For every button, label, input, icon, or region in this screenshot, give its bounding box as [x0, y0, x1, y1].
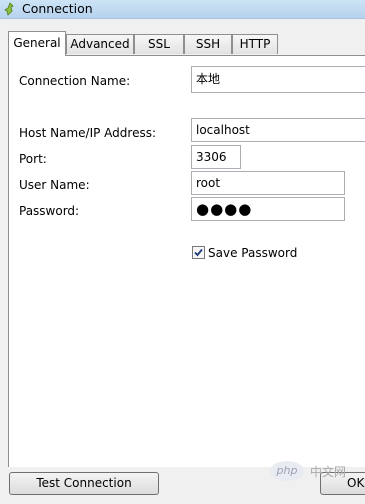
watermark-text: 中文网: [310, 465, 347, 479]
connection-icon: [3, 2, 17, 16]
save-password-checkbox[interactable]: [192, 246, 205, 259]
php-logo: php: [270, 461, 304, 481]
host-label: Host Name/IP Address:: [19, 126, 157, 140]
password-label: Password:: [19, 204, 80, 218]
window-title: Connection: [22, 1, 93, 16]
user-name-label: User Name:: [19, 178, 90, 192]
tab-advanced[interactable]: Advanced: [66, 34, 134, 54]
tab-general[interactable]: General: [8, 31, 66, 56]
user-name-field[interactable]: root: [191, 171, 345, 195]
port-field[interactable]: 3306: [191, 145, 241, 169]
password-field[interactable]: ●●●●: [191, 197, 345, 221]
test-connection-button[interactable]: Test Connection: [9, 472, 159, 495]
tab-http[interactable]: HTTP: [232, 34, 278, 54]
connection-name-label: Connection Name:: [19, 74, 131, 88]
host-field[interactable]: localhost: [191, 118, 365, 142]
tab-ssh[interactable]: SSH: [184, 34, 232, 54]
connection-dialog: General Advanced SSL SSH HTTP Connection…: [0, 19, 365, 504]
port-label: Port:: [19, 152, 47, 166]
general-panel: Connection Name: 本地 Host Name/IP Address…: [8, 55, 365, 467]
checkmark-icon: [194, 248, 203, 257]
watermark: php 中文网: [270, 460, 360, 484]
title-bar: Connection: [0, 0, 365, 19]
connection-name-field[interactable]: 本地: [191, 66, 365, 93]
tab-ssl[interactable]: SSL: [134, 34, 184, 54]
save-password-label: Save Password: [208, 246, 298, 260]
tab-strip: General Advanced SSL SSH HTTP: [8, 31, 365, 56]
